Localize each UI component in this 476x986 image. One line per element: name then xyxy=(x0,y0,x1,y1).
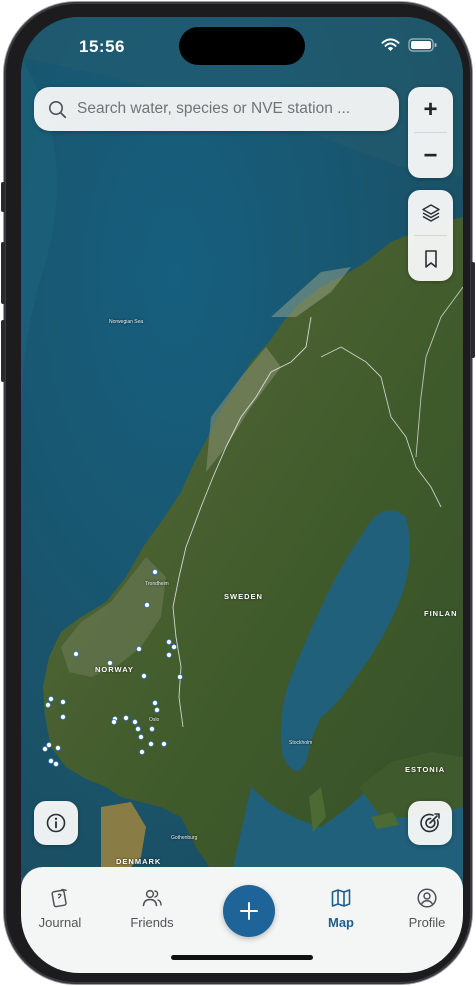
tab-journal[interactable]: Journal xyxy=(25,887,95,930)
map-label-finland: FINLAN xyxy=(424,609,458,618)
journal-icon xyxy=(51,888,67,908)
satellite-map[interactable] xyxy=(21,17,463,877)
status-time: 15:56 xyxy=(79,37,125,56)
map-label-estonia: ESTONIA xyxy=(405,765,446,774)
tab-profile[interactable]: Profile xyxy=(392,887,462,930)
tab-friends[interactable]: Friends xyxy=(117,887,187,930)
battery-icon xyxy=(408,38,437,52)
tab-profile-label: Profile xyxy=(408,915,446,930)
map-label-norwegian-sea: Norwegian Sea xyxy=(109,319,144,325)
power-button xyxy=(471,262,475,358)
map-label-norway: NORWAY xyxy=(95,665,134,674)
map-label-denmark: DENMARK xyxy=(116,857,162,866)
action-button xyxy=(1,182,5,212)
search-icon xyxy=(49,100,67,118)
target-location-icon xyxy=(420,813,440,833)
info-icon xyxy=(46,813,66,833)
volume-up-button xyxy=(1,242,5,304)
status-icons xyxy=(381,38,437,52)
home-indicator xyxy=(171,955,313,960)
locate-button[interactable] xyxy=(408,801,452,845)
map-label-stockholm: Stockholm xyxy=(289,740,313,746)
profile-icon xyxy=(417,888,437,908)
tab-map[interactable]: Map xyxy=(306,887,376,930)
map-label-gothenburg: Gothenburg xyxy=(171,835,198,841)
map-icon xyxy=(331,889,351,907)
tab-bar: Journal Friends Map Profile xyxy=(21,867,463,973)
search-input[interactable] xyxy=(77,100,367,118)
bookmark-button[interactable] xyxy=(408,236,453,281)
tab-friends-label: Friends xyxy=(130,915,174,930)
layers-button[interactable] xyxy=(408,190,453,235)
map-label-sweden: SWEDEN xyxy=(224,592,263,601)
zoom-controls: + − xyxy=(408,87,453,178)
friends-icon xyxy=(142,889,162,907)
phone-frame: SWEDEN NORWAY FINLAN ESTONIA DENMARK Nor… xyxy=(1,2,475,984)
zoom-in-button[interactable]: + xyxy=(408,87,453,132)
tab-journal-label: Journal xyxy=(38,915,82,930)
map-label-oslo: Oslo xyxy=(149,717,160,723)
layers-icon xyxy=(421,203,440,222)
tab-map-label: Map xyxy=(328,915,354,930)
map-label-trondheim: Trondheim xyxy=(145,581,169,587)
zoom-out-button[interactable]: − xyxy=(408,133,453,178)
screen: SWEDEN NORWAY FINLAN ESTONIA DENMARK Nor… xyxy=(21,17,463,973)
wifi-icon xyxy=(381,38,400,51)
volume-down-button xyxy=(1,320,5,382)
bookmark-icon xyxy=(424,249,437,268)
dynamic-island xyxy=(179,27,305,65)
add-catch-button[interactable] xyxy=(223,885,275,937)
info-button[interactable] xyxy=(34,801,78,845)
plus-icon xyxy=(240,902,258,920)
map-tools-group xyxy=(408,190,453,281)
search-bar[interactable] xyxy=(34,87,399,131)
